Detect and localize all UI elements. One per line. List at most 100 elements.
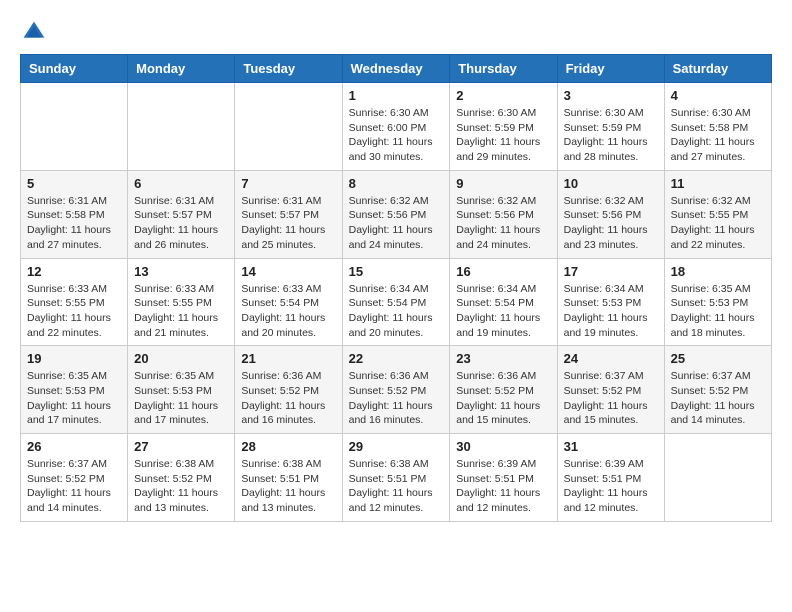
day-of-week-header: Sunday bbox=[21, 55, 128, 83]
calendar-cell bbox=[128, 83, 235, 171]
day-number: 30 bbox=[456, 439, 550, 454]
day-number: 6 bbox=[134, 176, 228, 191]
day-info: Sunrise: 6:36 AM Sunset: 5:52 PM Dayligh… bbox=[241, 369, 335, 428]
day-of-week-header: Tuesday bbox=[235, 55, 342, 83]
calendar-cell: 29Sunrise: 6:38 AM Sunset: 5:51 PM Dayli… bbox=[342, 434, 450, 522]
day-number: 16 bbox=[456, 264, 550, 279]
day-info: Sunrise: 6:33 AM Sunset: 5:55 PM Dayligh… bbox=[134, 282, 228, 341]
calendar-cell: 3 Sunrise: 6:30 AM Sunset: 5:59 PM Daylig… bbox=[557, 83, 664, 171]
day-number: 4 bbox=[671, 88, 765, 103]
calendar-cell: 28 Sunrise: 6:38 AM Sunset: 5:51 PM Dayli… bbox=[235, 434, 342, 522]
day-number: 11 bbox=[671, 176, 765, 191]
calendar-week-row: 1Sunrise: 6:30 AM Sunset: 6:00 PM Daylig… bbox=[21, 83, 772, 171]
calendar-cell: 7 Sunrise: 6:31 AM Sunset: 5:57 PM Daylig… bbox=[235, 170, 342, 258]
day-info: Sunrise: 6:34 AM Sunset: 5:54 PM Dayligh… bbox=[456, 282, 550, 341]
logo-icon bbox=[22, 20, 46, 44]
day-info: Sunrise: 6:30 AM Sunset: 5:59 PM Dayligh… bbox=[564, 106, 658, 165]
calendar-cell: 4 Sunrise: 6:30 AM Sunset: 5:58 PM Daylig… bbox=[664, 83, 771, 171]
page-header bbox=[20, 20, 772, 44]
day-number: 9 bbox=[456, 176, 550, 191]
calendar-cell: 13 Sunrise: 6:33 AM Sunset: 5:55 PM Dayli… bbox=[128, 258, 235, 346]
day-info: Sunrise: 6:33 AM Sunset: 5:54 PM Dayligh… bbox=[241, 282, 335, 341]
day-info: Sunrise: 6:30 AM Sunset: 5:58 PM Dayligh… bbox=[671, 106, 765, 165]
day-number: 28 bbox=[241, 439, 335, 454]
calendar-cell bbox=[235, 83, 342, 171]
calendar-cell: 20Sunrise: 6:35 AM Sunset: 5:53 PM Dayli… bbox=[128, 346, 235, 434]
day-info: Sunrise: 6:32 AM Sunset: 5:55 PM Dayligh… bbox=[671, 194, 765, 253]
day-info: Sunrise: 6:37 AM Sunset: 5:52 PM Dayligh… bbox=[27, 457, 121, 516]
day-number: 22 bbox=[349, 351, 444, 366]
day-info: Sunrise: 6:32 AM Sunset: 5:56 PM Dayligh… bbox=[564, 194, 658, 253]
day-info: Sunrise: 6:36 AM Sunset: 5:52 PM Dayligh… bbox=[349, 369, 444, 428]
day-number: 24 bbox=[564, 351, 658, 366]
day-number: 10 bbox=[564, 176, 658, 191]
day-number: 27 bbox=[134, 439, 228, 454]
day-number: 5 bbox=[27, 176, 121, 191]
day-info: Sunrise: 6:34 AM Sunset: 5:53 PM Dayligh… bbox=[564, 282, 658, 341]
day-info: Sunrise: 6:31 AM Sunset: 5:57 PM Dayligh… bbox=[241, 194, 335, 253]
calendar-cell: 10 Sunrise: 6:32 AM Sunset: 5:56 PM Dayli… bbox=[557, 170, 664, 258]
day-info: Sunrise: 6:31 AM Sunset: 5:57 PM Dayligh… bbox=[134, 194, 228, 253]
day-number: 31 bbox=[564, 439, 658, 454]
calendar-cell: 5 Sunrise: 6:31 AM Sunset: 5:58 PM Daylig… bbox=[21, 170, 128, 258]
day-info: Sunrise: 6:33 AM Sunset: 5:55 PM Dayligh… bbox=[27, 282, 121, 341]
day-info: Sunrise: 6:37 AM Sunset: 5:52 PM Dayligh… bbox=[564, 369, 658, 428]
calendar-week-row: 19 Sunrise: 6:35 AM Sunset: 5:53 PM Dayli… bbox=[21, 346, 772, 434]
day-number: 13 bbox=[134, 264, 228, 279]
day-info: Sunrise: 6:35 AM Sunset: 5:53 PM Dayligh… bbox=[671, 282, 765, 341]
day-info: Sunrise: 6:35 AM Sunset: 5:53 PM Dayligh… bbox=[27, 369, 121, 428]
day-of-week-header: Saturday bbox=[664, 55, 771, 83]
calendar-cell: 27 Sunrise: 6:38 AM Sunset: 5:52 PM Dayli… bbox=[128, 434, 235, 522]
day-info: Sunrise: 6:31 AM Sunset: 5:58 PM Dayligh… bbox=[27, 194, 121, 253]
day-info: Sunrise: 6:32 AM Sunset: 5:56 PM Dayligh… bbox=[456, 194, 550, 253]
day-number: 26 bbox=[27, 439, 121, 454]
calendar-cell: 31 Sunrise: 6:39 AM Sunset: 5:51 PM Dayli… bbox=[557, 434, 664, 522]
day-number: 19 bbox=[27, 351, 121, 366]
calendar-cell: 2 Sunrise: 6:30 AM Sunset: 5:59 PM Daylig… bbox=[450, 83, 557, 171]
calendar-table: SundayMondayTuesdayWednesdayThursdayFrid… bbox=[20, 54, 772, 522]
day-of-week-header: Monday bbox=[128, 55, 235, 83]
day-number: 8 bbox=[349, 176, 444, 191]
calendar-cell: 25 Sunrise: 6:37 AM Sunset: 5:52 PM Dayli… bbox=[664, 346, 771, 434]
day-number: 7 bbox=[241, 176, 335, 191]
day-info: Sunrise: 6:34 AM Sunset: 5:54 PM Dayligh… bbox=[349, 282, 444, 341]
calendar-cell: 22 Sunrise: 6:36 AM Sunset: 5:52 PM Dayli… bbox=[342, 346, 450, 434]
calendar-cell: 19 Sunrise: 6:35 AM Sunset: 5:53 PM Dayli… bbox=[21, 346, 128, 434]
day-info: Sunrise: 6:38 AM Sunset: 5:52 PM Dayligh… bbox=[134, 457, 228, 516]
calendar-cell bbox=[21, 83, 128, 171]
calendar-week-row: 5 Sunrise: 6:31 AM Sunset: 5:58 PM Daylig… bbox=[21, 170, 772, 258]
day-number: 17 bbox=[564, 264, 658, 279]
day-info: Sunrise: 6:32 AM Sunset: 5:56 PM Dayligh… bbox=[349, 194, 444, 253]
day-number: 21 bbox=[241, 351, 335, 366]
calendar-cell: 15 Sunrise: 6:34 AM Sunset: 5:54 PM Dayli… bbox=[342, 258, 450, 346]
calendar-cell: 1Sunrise: 6:30 AM Sunset: 6:00 PM Daylig… bbox=[342, 83, 450, 171]
day-info: Sunrise: 6:39 AM Sunset: 5:51 PM Dayligh… bbox=[564, 457, 658, 516]
day-info: Sunrise: 6:35 AM Sunset: 5:53 PM Dayligh… bbox=[134, 369, 228, 428]
calendar-cell: 12 Sunrise: 6:33 AM Sunset: 5:55 PM Dayli… bbox=[21, 258, 128, 346]
calendar-cell: 9 Sunrise: 6:32 AM Sunset: 5:56 PM Daylig… bbox=[450, 170, 557, 258]
day-number: 3 bbox=[564, 88, 658, 103]
day-info: Sunrise: 6:36 AM Sunset: 5:52 PM Dayligh… bbox=[456, 369, 550, 428]
day-of-week-header: Thursday bbox=[450, 55, 557, 83]
calendar-cell: 18Sunrise: 6:35 AM Sunset: 5:53 PM Dayli… bbox=[664, 258, 771, 346]
calendar-cell: 11 Sunrise: 6:32 AM Sunset: 5:55 PM Dayli… bbox=[664, 170, 771, 258]
day-number: 12 bbox=[27, 264, 121, 279]
day-number: 25 bbox=[671, 351, 765, 366]
day-of-week-header: Friday bbox=[557, 55, 664, 83]
day-info: Sunrise: 6:30 AM Sunset: 6:00 PM Dayligh… bbox=[349, 106, 444, 165]
day-number: 2 bbox=[456, 88, 550, 103]
calendar-cell: 6 Sunrise: 6:31 AM Sunset: 5:57 PM Daylig… bbox=[128, 170, 235, 258]
calendar-week-row: 12 Sunrise: 6:33 AM Sunset: 5:55 PM Dayli… bbox=[21, 258, 772, 346]
calendar-cell: 30 Sunrise: 6:39 AM Sunset: 5:51 PM Dayli… bbox=[450, 434, 557, 522]
day-number: 14 bbox=[241, 264, 335, 279]
calendar-cell: 14 Sunrise: 6:33 AM Sunset: 5:54 PM Dayli… bbox=[235, 258, 342, 346]
day-of-week-header: Wednesday bbox=[342, 55, 450, 83]
day-info: Sunrise: 6:37 AM Sunset: 5:52 PM Dayligh… bbox=[671, 369, 765, 428]
day-info: Sunrise: 6:38 AM Sunset: 5:51 PM Dayligh… bbox=[241, 457, 335, 516]
day-info: Sunrise: 6:39 AM Sunset: 5:51 PM Dayligh… bbox=[456, 457, 550, 516]
day-number: 15 bbox=[349, 264, 444, 279]
calendar-cell: 16 Sunrise: 6:34 AM Sunset: 5:54 PM Dayli… bbox=[450, 258, 557, 346]
calendar-header-row: SundayMondayTuesdayWednesdayThursdayFrid… bbox=[21, 55, 772, 83]
day-info: Sunrise: 6:30 AM Sunset: 5:59 PM Dayligh… bbox=[456, 106, 550, 165]
day-number: 29 bbox=[349, 439, 444, 454]
